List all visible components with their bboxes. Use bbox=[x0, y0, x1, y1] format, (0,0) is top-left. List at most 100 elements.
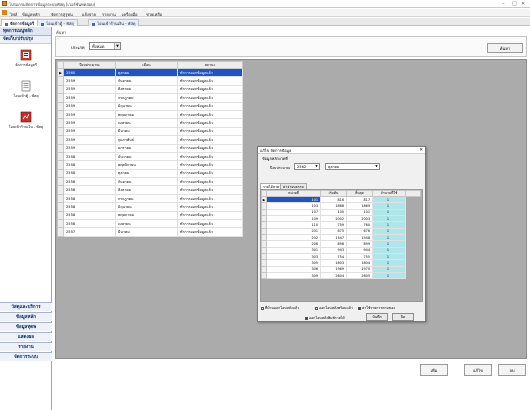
cell-month: ตุลาคม bbox=[115, 67, 178, 78]
cell-year: 2558 bbox=[63, 168, 116, 179]
nav-section-report[interactable]: รายงาน bbox=[0, 342, 52, 351]
table-row[interactable]: 2558 กรกฎาคม ทำการออกข้อมูลแล้ว bbox=[57, 193, 243, 204]
table-row[interactable]: 309 2604 2605 1 bbox=[261, 272, 421, 280]
nav-entry-manage-data[interactable]: จัดการข้อมูลรี bbox=[0, 49, 52, 68]
checkbox-option-3[interactable]: ค่าใช้รายการตามของ bbox=[358, 305, 395, 311]
nav-section-display[interactable]: แสดงผล bbox=[0, 332, 52, 341]
close-button[interactable]: ✕ bbox=[521, 1, 525, 7]
dialog-save-button[interactable]: บันทึก bbox=[366, 313, 388, 321]
column-header-year[interactable]: ปีงบประมาณ bbox=[63, 61, 116, 69]
dialog-close-button[interactable]: ปิด bbox=[392, 313, 414, 321]
cell-year: 2559 bbox=[63, 101, 116, 111]
tab-transfer-cabinet[interactable]: โอนเข้าตู้ - พัสดุ bbox=[37, 19, 78, 26]
cell-month: มกราคม bbox=[115, 143, 178, 153]
nav-group-title: จัดเก็บ/ปรับปรุง bbox=[0, 36, 51, 44]
cell-status: ทำการออกข้อมูลแล้ว bbox=[177, 109, 243, 120]
breadcrumb: ค้นหา bbox=[56, 30, 67, 35]
tab-label: จัดการข้อมูลรี bbox=[10, 21, 35, 26]
cell-month: กุมภาพันธ์ bbox=[115, 135, 178, 145]
nav-entry-transfer-cabinet[interactable]: โอนเข้าตู้ - พัสดุ bbox=[0, 80, 52, 99]
table-row[interactable]: ▶ 2560 ตุลาคม ทำการออกข้อมูลแล้ว bbox=[57, 67, 243, 78]
table-row[interactable]: 2559 พฤษภาคม ทำการออกข้อมูลแล้ว bbox=[57, 109, 243, 120]
table-row[interactable]: 2558 เมษายน ทำการออกข้อมูลแล้ว bbox=[57, 219, 243, 229]
menu-help[interactable]: ช่วยเหลือ bbox=[146, 11, 162, 18]
year-combo[interactable]: 2562 ▼ bbox=[294, 163, 320, 170]
dialog-close-icon[interactable]: ✕ bbox=[419, 147, 423, 154]
table-row[interactable]: 2559 เมษายน ทำการออกข้อมูลแล้ว bbox=[57, 118, 243, 128]
filter-label: ประเภท bbox=[71, 45, 85, 50]
table-row[interactable]: 2558 พฤศจิกายน ทำการออกข้อมูลแล้ว bbox=[57, 160, 243, 170]
table-row[interactable]: 2559 มิถุนายน ทำการออกข้อมูลแล้ว bbox=[57, 101, 243, 111]
cell-month: พฤษภาคม bbox=[115, 109, 178, 120]
table-row[interactable]: 2559 กันยายน ทำการออกข้อมูลแล้ว bbox=[57, 76, 243, 86]
cell-status: ทำการออกข้อมูลแล้ว bbox=[177, 210, 243, 221]
tab-transfer-money[interactable]: โอนเข้าร้านเงิน - พัสดุ bbox=[88, 19, 140, 26]
cell-status: ทำการออกข้อมูลแล้ว bbox=[177, 135, 243, 145]
menu-tools[interactable]: เครื่องมือ bbox=[122, 11, 138, 18]
cell-status: ทำการออกข้อมูลแล้ว bbox=[177, 151, 243, 162]
cell-year: 2558 bbox=[63, 151, 116, 162]
menu-issue[interactable]: แจ้งจ่าย bbox=[82, 11, 96, 18]
cell-start: 2604 bbox=[320, 272, 347, 280]
nav-section-system[interactable]: จัดการระบบ bbox=[0, 352, 52, 361]
nav-entry-label: โอนเข้าร้านเงิน - พัสดุ bbox=[8, 125, 44, 129]
month-combo[interactable]: ตุลาคม ▼ bbox=[325, 163, 380, 170]
cell-year: 2558 bbox=[63, 160, 116, 170]
nav-header: ทุดการเมนูหลัก bbox=[0, 27, 51, 36]
tab-label: โอนเข้าร้านเงิน - พัสดุ bbox=[97, 21, 136, 26]
cell-year: 2559 bbox=[63, 76, 116, 86]
cell-status: ทำการออกข้อมูลแล้ว bbox=[177, 160, 243, 170]
menu-app-icon bbox=[2, 10, 7, 15]
cell-month: กรกฎาคม bbox=[115, 193, 178, 204]
cell-month: ตุลาคม bbox=[115, 168, 178, 179]
add-button[interactable]: เพิ่ม bbox=[420, 364, 448, 376]
table-row[interactable]: 2558 ตุลาคม ทำการออกข้อมูลแล้ว bbox=[57, 168, 243, 179]
table-row[interactable]: 2559 มีนาคม ทำการออกข้อมูลแล้ว bbox=[57, 126, 243, 137]
cell-year: 2559 bbox=[63, 118, 116, 128]
column-header-status[interactable]: สถานะ bbox=[177, 61, 243, 69]
tab-dot-icon bbox=[41, 22, 44, 26]
cell-status: ทำการออกข้อมูลแล้ว bbox=[177, 126, 243, 137]
table-row[interactable]: 2558 กันยายน ทำการออกข้อมูลแล้ว bbox=[57, 177, 243, 187]
table-row[interactable]: 2559 กรกฎาคม ทำการออกข้อมูลแล้ว bbox=[57, 93, 243, 103]
checkbox-option-4[interactable]: ออกโอนหลังพิมพ์รายได้ bbox=[305, 315, 345, 321]
edit-button[interactable]: แก้ไข bbox=[464, 364, 492, 376]
column-header-month[interactable]: เดือน bbox=[115, 61, 178, 69]
menu-file[interactable]: ไฟล์ bbox=[10, 11, 17, 18]
menu-master-data[interactable]: ข้อมูลหลัก bbox=[22, 11, 40, 18]
chevron-down-icon: ▼ bbox=[375, 164, 378, 168]
type-select[interactable]: ทั้งหมด ▼ bbox=[89, 42, 121, 50]
checkbox-label: ออกโอนหลังพิมพ์รายได้ bbox=[309, 316, 345, 320]
menu-manage[interactable]: จัดการสุรุทน bbox=[51, 11, 73, 18]
cell-status: ทำการออกข้อมูลแล้ว bbox=[177, 202, 243, 212]
table-row[interactable]: 2558 ธันวาคม ทำการออกข้อมูลแล้ว bbox=[57, 151, 243, 162]
table-row[interactable]: 2558 สิงหาคม ทำการออกข้อมูลแล้ว bbox=[57, 185, 243, 195]
delete-button[interactable]: ลบ bbox=[498, 364, 526, 376]
maximize-button[interactable]: □ bbox=[512, 1, 517, 7]
tab-dot-icon bbox=[5, 22, 8, 26]
table-row[interactable]: 2559 สิงหาคม ทำการออกข้อมูลแล้ว bbox=[57, 84, 243, 95]
table-row[interactable]: 2559 มกราคม ทำการออกข้อมูลแล้ว bbox=[57, 143, 243, 153]
nav-section-supplies[interactable]: วัสดุและบริการ bbox=[0, 302, 52, 311]
tab-manage-data[interactable]: จัดการข้อมูลรี bbox=[1, 19, 39, 26]
cell-year: 2558 bbox=[63, 185, 116, 195]
checkbox-option-2[interactable]: ออกโอนหลังพร้อมแล้ว bbox=[315, 305, 353, 311]
minimize-button[interactable]: – bbox=[502, 1, 505, 7]
table-row[interactable]: 2558 พฤษภาคม ทำการออกข้อมูลแล้ว bbox=[57, 210, 243, 221]
nav-section-data[interactable]: ข้อมูลทุดพ bbox=[0, 322, 52, 331]
dialog-section-label: ข้อมูลหลักงวดที่ bbox=[262, 156, 288, 161]
database-icon bbox=[20, 49, 32, 61]
table-row[interactable]: 2559 กุมภาพันธ์ ทำการออกข้อมูลแล้ว bbox=[57, 135, 243, 145]
nav-section-master[interactable]: ข้อมูลหลัก bbox=[0, 312, 52, 321]
type-select-value: ทั้งหมด bbox=[92, 44, 105, 49]
menu-report[interactable]: รายงาน bbox=[102, 11, 116, 18]
nav-entry-transfer-money[interactable]: โอนเข้าร้านเงิน - พัสดุ bbox=[0, 111, 52, 130]
cell-status: ทำการออกข้อมูลแล้ว bbox=[177, 101, 243, 111]
table-row[interactable]: 2557 มีนาคม ทำการออกข้อมูลแล้ว bbox=[57, 227, 243, 237]
checkbox-option-1[interactable]: ที่บ้านออกโอนหลังแล้ว bbox=[261, 305, 299, 311]
table-row[interactable]: 2558 มิถุนายน ทำการออกข้อมูลแล้ว bbox=[57, 202, 243, 212]
chevron-down-icon: ▼ bbox=[315, 164, 318, 168]
search-button[interactable]: ค้นหา bbox=[487, 43, 523, 53]
cell-status: ทำการออกข้อมูลแล้ว bbox=[177, 219, 243, 229]
chevron-down-icon: ▼ bbox=[114, 43, 120, 49]
